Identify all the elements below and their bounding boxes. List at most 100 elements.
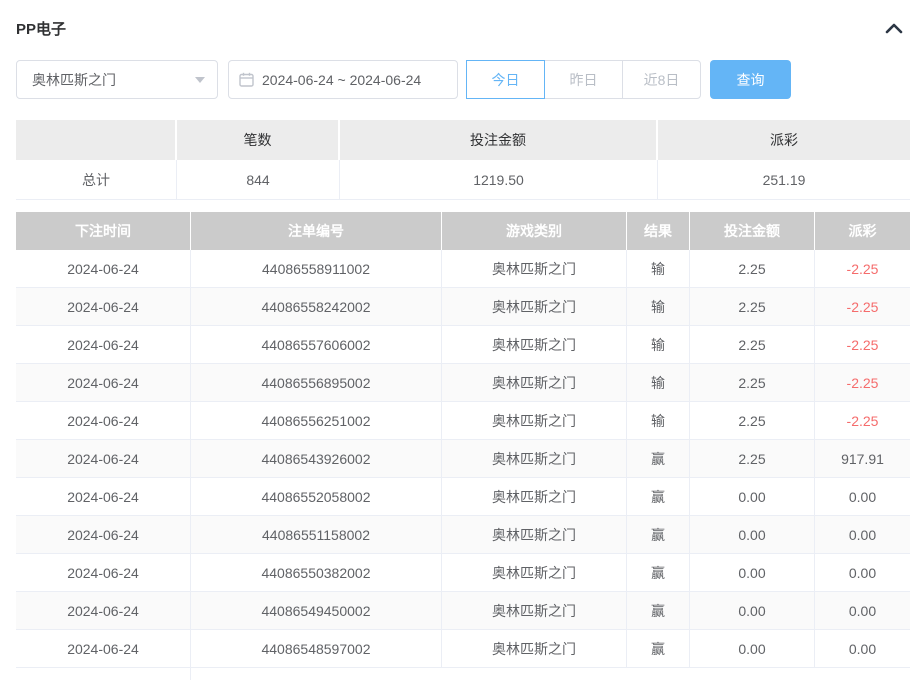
search-button[interactable]: 查询 [710,60,791,99]
cell-payout: 0.00 [815,516,910,553]
page-title: PP电子 [16,18,66,39]
cell-result: 输 [627,402,690,439]
cell-game-category: 奥林匹斯之门 [442,440,627,477]
caret-down-icon [195,77,205,83]
table-row: 2024-06-24 44086552058002 奥林匹斯之门 赢 0.00 … [16,478,910,516]
bets-table-header-row: 下注时间 注单编号 游戏类别 结果 投注金额 派彩 [16,212,910,250]
cell-game-category: 奥林匹斯之门 [442,478,627,515]
header-order-number: 注单编号 [191,212,442,250]
cell-bet-time: 2024-06-24 [16,478,191,515]
summary-table: 笔数 投注金额 派彩 总计 844 1219.50 251.19 [16,120,910,200]
filter-toolbar: 奥林匹斯之门 2024-06-24 ~ 2024-06-24 今日 昨日 近8日… [16,60,905,99]
cell-result: 赢 [627,516,690,553]
cell-game-category: 奥林匹斯之门 [442,250,627,287]
pp-electronic-panel: PP电子 奥林匹斯之门 2024-06-24 ~ 2024-06-24 今日 昨… [0,18,921,680]
cell-payout: 0.00 [815,554,910,591]
summary-header-blank [16,120,177,160]
cell-bet-amount: 2.25 [690,440,815,477]
bets-table-body: 2024-06-24 44086558911002 奥林匹斯之门 输 2.25 … [16,250,910,668]
cell-order-number: 44086557606002 [191,326,442,363]
header-bet-time: 下注时间 [16,212,191,250]
cell-order-number: 44086556895002 [191,364,442,401]
cell-order-number: 44086558911002 [191,250,442,287]
cell-order-number: 44086543926002 [191,440,442,477]
table-row: 2024-06-24 44086558242002 奥林匹斯之门 输 2.25 … [16,288,910,326]
table-row: 2024-06-24 44086551158002 奥林匹斯之门 赢 0.00 … [16,516,910,554]
summary-total-bet-amount: 1219.50 [340,160,658,199]
summary-header-bet-amount: 投注金额 [340,120,658,160]
cell-bet-time: 2024-06-24 [16,592,191,629]
summary-total-label: 总计 [16,160,177,199]
cell-payout: -2.25 [815,288,910,325]
chevron-up-icon [885,22,903,37]
cell-result: 赢 [627,630,690,667]
collapse-panel-button[interactable] [883,21,905,36]
cell-order-number: 44086551158002 [191,516,442,553]
cell-bet-time: 2024-06-24 [16,402,191,439]
game-select[interactable]: 奥林匹斯之门 [16,60,218,99]
date-range-value: 2024-06-24 ~ 2024-06-24 [262,72,421,88]
summary-header-row: 笔数 投注金额 派彩 [16,120,910,160]
cell-bet-amount: 2.25 [690,250,815,287]
cell-bet-amount: 0.00 [690,516,815,553]
summary-total-payout: 251.19 [658,160,910,199]
table-row: 2024-06-24 44086556251002 奥林匹斯之门 输 2.25 … [16,402,910,440]
cell-payout: -2.25 [815,326,910,363]
table-row: 2024-06-24 44086558911002 奥林匹斯之门 输 2.25 … [16,250,910,288]
cell-bet-amount: 0.00 [690,478,815,515]
cell-order-number: 44086548597002 [191,630,442,667]
cell-bet-time: 2024-06-24 [16,250,191,287]
cell-result: 赢 [627,592,690,629]
cell-payout: -2.25 [815,402,910,439]
summary-total-count: 844 [177,160,340,199]
quick-date-button[interactable]: 今日 [466,60,545,99]
quick-date-button-group: 今日 昨日 近8日 [467,60,701,99]
cell-result: 赢 [627,554,690,591]
table-row: 2024-06-24 44086550382002 奥林匹斯之门 赢 0.00 … [16,554,910,592]
cell-bet-amount: 2.25 [690,364,815,401]
summary-total-row: 总计 844 1219.50 251.19 [16,160,910,200]
cell-payout: 0.00 [815,630,910,667]
cell-order-number: 44086552058002 [191,478,442,515]
cell-payout: 917.91 [815,440,910,477]
cell-result: 赢 [627,440,690,477]
header-game-category: 游戏类别 [442,212,627,250]
summary-header-count: 笔数 [177,120,340,160]
quick-date-button[interactable]: 昨日 [544,60,623,99]
date-range-input[interactable]: 2024-06-24 ~ 2024-06-24 [228,60,458,99]
cell-result: 输 [627,250,690,287]
cell-bet-amount: 2.25 [690,326,815,363]
cell-bet-amount: 2.25 [690,288,815,325]
cell-result: 输 [627,288,690,325]
cell-game-category: 奥林匹斯之门 [442,592,627,629]
table-row: 2024-06-24 44086543926002 奥林匹斯之门 赢 2.25 … [16,440,910,478]
quick-date-button[interactable]: 近8日 [622,60,701,99]
bets-table: 下注时间 注单编号 游戏类别 结果 投注金额 派彩 2024-06-24 440… [16,212,910,680]
cell-bet-time: 2024-06-24 [16,554,191,591]
header-result: 结果 [627,212,690,250]
cell-payout: 0.00 [815,592,910,629]
cell-bet-time: 2024-06-24 [16,440,191,477]
panel-header: PP电子 [16,18,905,38]
cell-result: 输 [627,364,690,401]
cell-bet-time: 2024-06-24 [16,288,191,325]
cell-bet-amount: 0.00 [690,592,815,629]
summary-header-payout: 派彩 [658,120,910,160]
header-bet-amount: 投注金额 [690,212,815,250]
cell-game-category: 奥林匹斯之门 [442,364,627,401]
cell-bet-amount: 2.25 [690,402,815,439]
cell-result: 赢 [627,478,690,515]
cell-order-number: 44086550382002 [191,554,442,591]
table-row: 2024-06-24 44086548597002 奥林匹斯之门 赢 0.00 … [16,630,910,668]
cell-result: 输 [627,326,690,363]
cell-game-category: 奥林匹斯之门 [442,326,627,363]
cell-game-category: 奥林匹斯之门 [442,516,627,553]
cell-order-number: 44086558242002 [191,288,442,325]
cell-game-category: 奥林匹斯之门 [442,402,627,439]
cell-payout: 0.00 [815,478,910,515]
cell-bet-amount: 0.00 [690,630,815,667]
cell-game-category: 奥林匹斯之门 [442,554,627,591]
header-payout: 派彩 [815,212,910,250]
calendar-icon [239,72,254,87]
table-row: 2024-06-24 44086549450002 奥林匹斯之门 赢 0.00 … [16,592,910,630]
